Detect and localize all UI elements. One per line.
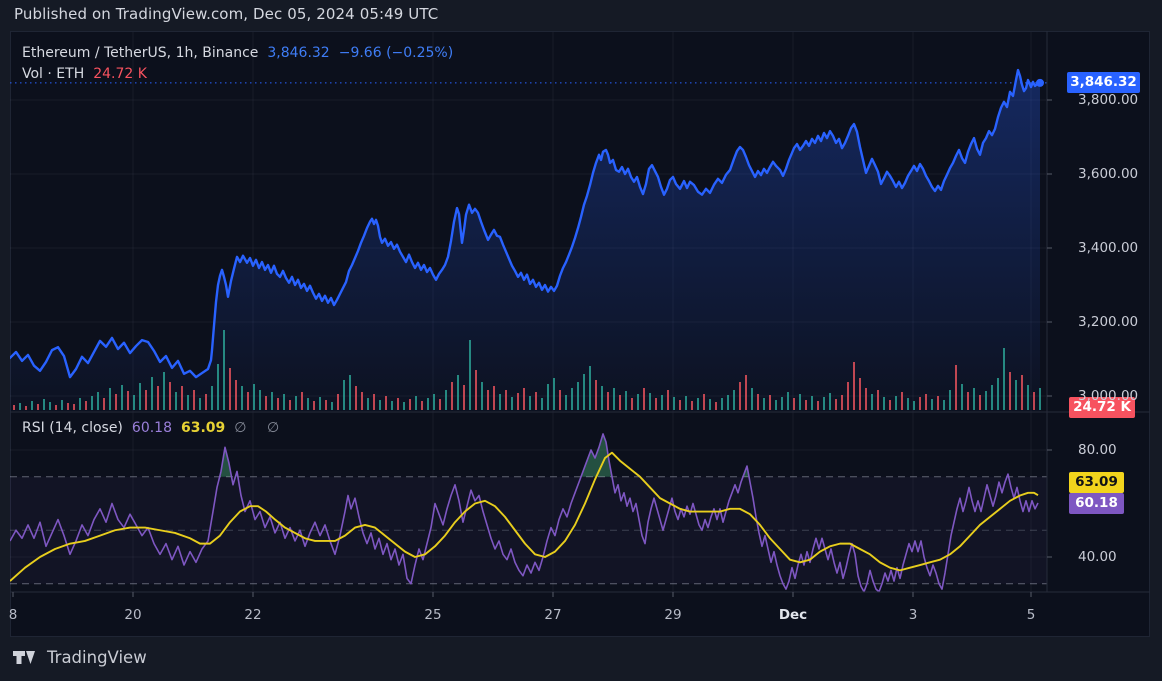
price-tick-label: 3,200.00 (1078, 313, 1138, 331)
tradingview-link[interactable]: TradingView (13, 648, 147, 667)
volume-value: 24.72 K (93, 66, 147, 82)
rsi-ma-value: 63.09 (181, 420, 225, 436)
time-tick-label: 8 (9, 606, 18, 624)
time-tick-label: Dec (779, 606, 807, 624)
price-tick-label: 3,000.00 (1078, 387, 1138, 405)
volume-label: Vol · ETH (22, 66, 84, 82)
price-change-value: −9.66 (−0.25%) (339, 45, 453, 61)
source-toggle-icons[interactable]: ∅ ∅ (234, 420, 287, 436)
time-tick-label: 3 (909, 606, 918, 624)
symbol-title: Ethereum / TetherUS, 1h, Binance (22, 45, 258, 61)
rsi-title: RSI (14, close) (22, 420, 123, 436)
rsi-legend: RSI (14, close) 60.18 63.09 ∅ ∅ (22, 420, 287, 436)
time-scale[interactable] (10, 592, 1048, 637)
time-tick-label: 25 (424, 606, 441, 624)
last-price-marker (1036, 79, 1044, 87)
rsi-ma-badge: 63.09 (1069, 472, 1124, 493)
price-tick-label: 3,800.00 (1078, 91, 1138, 109)
tradingview-wordmark: TradingView (47, 648, 147, 667)
rsi-tick-label: 80.00 (1078, 441, 1117, 459)
volume-legend: Vol · ETH 24.72 K (22, 66, 147, 82)
published-banner: Published on TradingView.com, Dec 05, 20… (14, 5, 438, 23)
tradingview-logo-icon (13, 649, 39, 667)
price-tick-label: 3,600.00 (1078, 165, 1138, 183)
chart-canvas[interactable] (10, 31, 1150, 637)
time-tick-label: 20 (124, 606, 141, 624)
time-tick-label: 29 (664, 606, 681, 624)
rsi-tick-label: 40.00 (1078, 548, 1117, 566)
time-tick-label: 5 (1027, 606, 1036, 624)
time-tick-label: 22 (244, 606, 261, 624)
last-price-value: 3,846.32 (267, 45, 329, 61)
time-tick-label: 27 (544, 606, 561, 624)
price-tick-label: 3,400.00 (1078, 239, 1138, 257)
price-area-fill (10, 70, 1040, 411)
symbol-legend: Ethereum / TetherUS, 1h, Binance 3,846.3… (22, 45, 453, 61)
rsi-value: 60.18 (132, 420, 172, 436)
rsi-badge: 60.18 (1069, 493, 1124, 514)
